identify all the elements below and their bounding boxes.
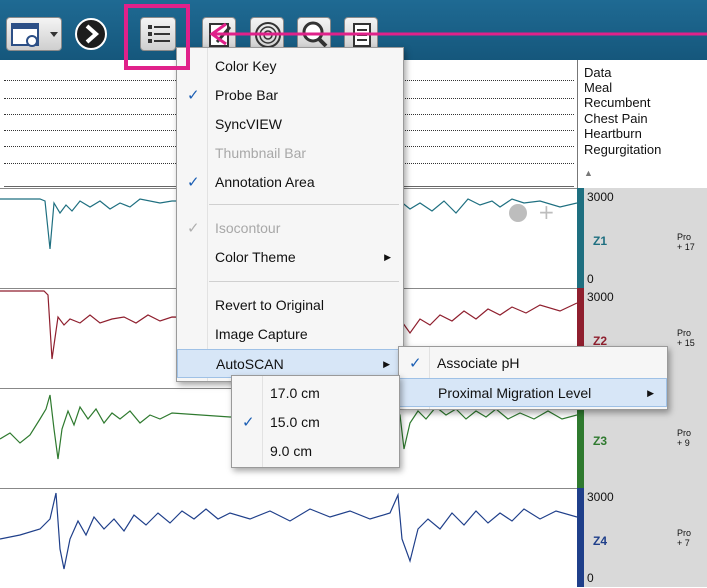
probe-info: Pro + 15 [677, 328, 695, 348]
submenu-arrow-icon: ▶ [384, 252, 391, 262]
callout-arrow-icon [209, 22, 707, 46]
zone-strip-4[interactable] [0, 488, 577, 588]
check-icon: ✓ [187, 174, 200, 191]
zone-max-value: 3000 [587, 190, 614, 204]
check-icon: ✓ [187, 87, 200, 104]
legend-recumbent: Recumbent [584, 95, 651, 110]
autoscan-submenu: ✓ Associate pH Proximal Migration Level … [398, 346, 668, 410]
proximal-migration-level-submenu: 17.0 cm ✓ 15.0 cm 9.0 cm [231, 375, 400, 468]
legend-heartburn: Heartburn [584, 126, 642, 141]
pressure-trace-4 [0, 492, 577, 570]
zone-side-1: 3000 Z1 Pro + 17 0 [577, 188, 707, 288]
probe-info: Pro + 17 [677, 232, 695, 252]
zone-max-value: 3000 [587, 290, 614, 304]
zone-color-bar [577, 188, 584, 288]
menu-item-syncview[interactable]: SyncVIEW [177, 110, 403, 139]
view-selector-button[interactable] [6, 17, 62, 51]
legend-regurgitation: Regurgitation [584, 142, 662, 157]
zone-label: Z1 [593, 234, 608, 248]
probe-info: Pro + 9 [677, 428, 692, 448]
check-icon: ✓ [409, 355, 422, 372]
add-annotation-icon[interactable]: + [538, 200, 555, 224]
probe-info: Pro + 7 [677, 528, 692, 548]
legend-chest-pain: Chest Pain [584, 111, 648, 126]
zone-side-4: 3000 Z4 Pro + 7 0 [577, 488, 707, 587]
window-dropdown-icon [11, 23, 58, 47]
menu-item-associate-ph[interactable]: ✓ Associate pH [399, 349, 667, 378]
legend-data: Data [584, 65, 612, 80]
check-icon: ✓ [187, 220, 200, 237]
menu-item-level-15cm[interactable]: ✓ 15.0 cm [232, 408, 399, 437]
menu-item-proximal-migration-level[interactable]: Proximal Migration Level ▶ [399, 378, 667, 407]
zone-min-value: 0 [587, 272, 594, 286]
menu-item-autoscan[interactable]: AutoSCAN ▶ [177, 349, 403, 378]
play-icon [75, 18, 107, 50]
submenu-arrow-icon: ▶ [647, 388, 654, 398]
menu-item-annotation-area[interactable]: ✓ Annotation Area [177, 168, 403, 197]
zone-color-bar [577, 488, 584, 587]
zone-label: Z4 [593, 534, 608, 548]
menu-item-color-key[interactable]: Color Key [177, 52, 403, 81]
legend-meal: Meal [584, 80, 613, 95]
collapse-arrow-icon[interactable]: ▲ [584, 166, 593, 181]
menu-item-revert-to-original[interactable]: Revert to Original [177, 291, 403, 320]
play-button[interactable] [74, 17, 108, 51]
menu-item-image-capture[interactable]: Image Capture [177, 320, 403, 349]
menu-item-isocontour: ✓ Isocontour [177, 214, 403, 243]
highlight-box [124, 4, 190, 70]
check-icon: ✓ [242, 414, 255, 431]
zone-max-value: 3000 [587, 490, 614, 504]
menu-item-level-9cm[interactable]: 9.0 cm [232, 437, 399, 466]
annotation-legend: Data Meal Recumbent Chest Pain Heartburn… [577, 60, 707, 188]
menu-item-color-theme[interactable]: Color Theme ▶ [177, 243, 403, 272]
zone-label: Z3 [593, 434, 608, 448]
zone-min-value: 0 [587, 571, 594, 585]
menu-item-thumbnail-bar: Thumbnail Bar [215, 145, 307, 161]
menu-item-probe-bar[interactable]: ✓ Probe Bar [177, 81, 403, 110]
menu-item-level-17cm[interactable]: 17.0 cm [232, 379, 399, 408]
display-options-menu: Color Key ✓ Probe Bar SyncVIEW Thumbnail… [176, 47, 404, 382]
annotation-marker-icon[interactable] [509, 204, 527, 222]
